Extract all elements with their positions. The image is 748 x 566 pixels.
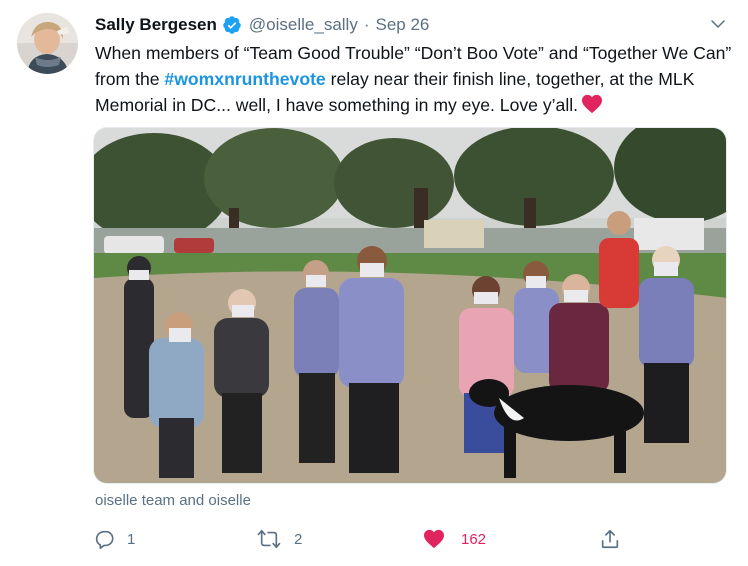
tweet-actions: 1 2 162 (93, 524, 733, 554)
share-button[interactable] (599, 524, 621, 554)
like-button[interactable]: 162 (423, 524, 486, 554)
author-display-name[interactable]: Sally Bergesen (95, 15, 217, 35)
avatar[interactable] (17, 13, 78, 74)
author-handle[interactable]: @oiselle_sally (249, 15, 358, 35)
tweet[interactable]: Sally Bergesen @oiselle_sally · Sep 26 W… (0, 0, 748, 566)
tweet-text: When members of “Team Good Trouble” “Don… (95, 40, 735, 121)
red-heart-icon (581, 94, 603, 121)
tagged-users[interactable]: oiselle team and oiselle (95, 492, 251, 509)
share-icon (599, 528, 621, 550)
reply-count: 1 (127, 530, 136, 548)
heart-filled-icon (423, 529, 445, 549)
more-options-chevron-down-icon[interactable] (708, 14, 728, 34)
separator-dot: · (363, 15, 370, 34)
like-count: 162 (461, 530, 487, 548)
reply-icon (93, 528, 115, 550)
retweet-button[interactable]: 2 (256, 524, 302, 554)
tweet-header: Sally Bergesen @oiselle_sally · Sep 26 (95, 14, 429, 36)
tweet-date[interactable]: Sep 26 (376, 15, 430, 35)
reply-button[interactable]: 1 (93, 524, 135, 554)
tweet-photo[interactable] (93, 127, 727, 484)
verified-badge-icon (222, 15, 242, 35)
group-photo-image (94, 128, 726, 483)
retweet-count: 2 (294, 530, 303, 548)
retweet-icon (256, 528, 282, 550)
avatar-image (17, 13, 78, 74)
hashtag-link[interactable]: #womxnrunthevote (164, 69, 325, 89)
